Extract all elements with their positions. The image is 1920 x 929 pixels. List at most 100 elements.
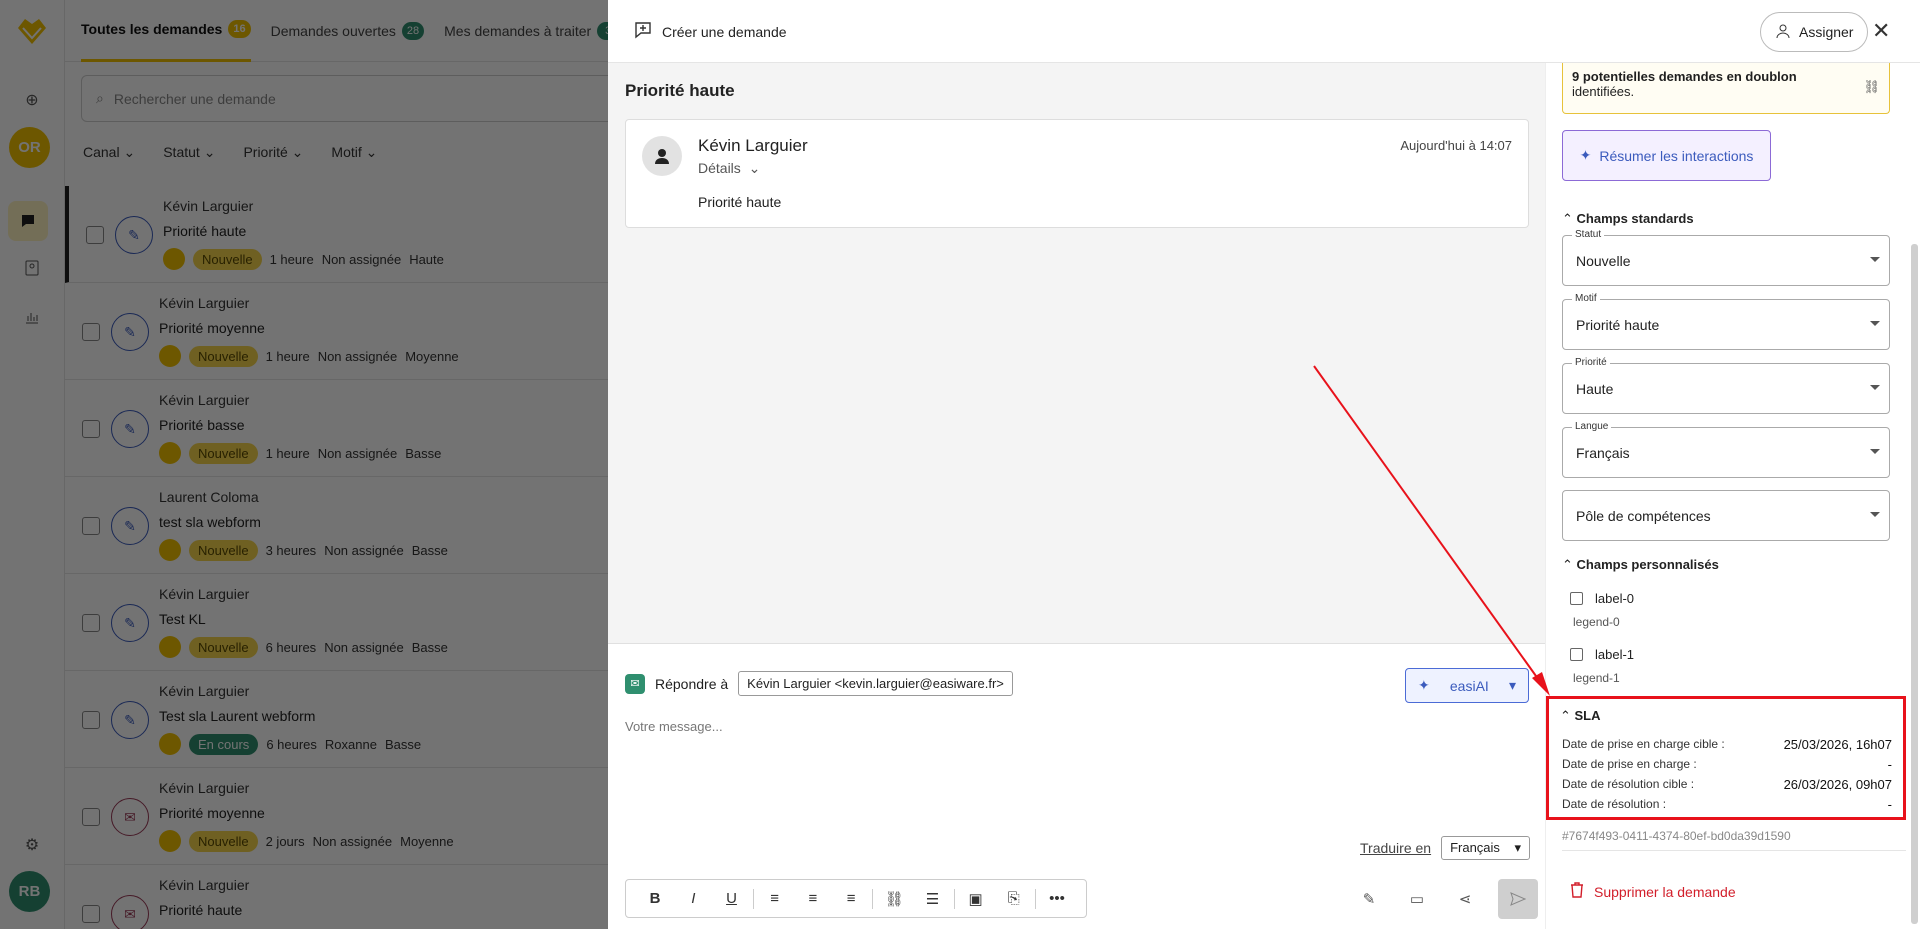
tab-all-requests[interactable]: Toutes les demandes 16 <box>81 0 251 62</box>
status-badge: Nouvelle <box>189 636 258 658</box>
stats-icon[interactable] <box>18 303 46 331</box>
status-select[interactable]: Statut Nouvelle <box>1562 229 1890 286</box>
assign-button[interactable]: Assigner <box>1760 12 1869 52</box>
scrollbar[interactable] <box>1911 244 1918 924</box>
filter-reason[interactable]: Motif <box>331 144 377 161</box>
send-button[interactable] <box>1498 879 1538 919</box>
avatar-bottom[interactable]: RB <box>9 871 50 912</box>
row-checkbox[interactable] <box>82 614 100 632</box>
row-requester: Kévin Larguier <box>163 198 254 214</box>
sparkle-icon: ✦ <box>1579 147 1592 163</box>
row-requester: Laurent Coloma <box>159 489 259 505</box>
filter-priority[interactable]: Priorité <box>243 144 303 161</box>
checkbox[interactable] <box>1570 592 1583 605</box>
link-icon[interactable]: ⛓ <box>1863 79 1880 95</box>
translate-language-select[interactable]: Français ▾ <box>1441 836 1531 860</box>
request-properties-panel: 9 potentielles demandes en doublon ident… <box>1545 63 1920 929</box>
format-toolbar: B I U ≡ ≡ ≡ ⛓ ☰ ▣ ⎘ ••• <box>625 879 1087 918</box>
sla-header[interactable]: SLA <box>1560 708 1601 724</box>
list-item[interactable]: ✎ Laurent Coloma test sla webform Nouvel… <box>65 477 608 574</box>
more-icon[interactable]: ••• <box>1038 890 1076 907</box>
translate-link[interactable]: Traduire en <box>1360 840 1431 856</box>
contacts-icon[interactable] <box>18 254 46 282</box>
row-meta: Nouvelle 2 jours Non assignée Moyenne <box>159 830 454 852</box>
tab-open-requests[interactable]: Demandes ouvertes 28 <box>271 0 425 62</box>
avatar-top[interactable]: OR <box>9 127 50 168</box>
easiai-label: easiAI <box>1449 677 1489 694</box>
row-priority: Haute <box>409 251 444 267</box>
row-checkbox[interactable] <box>82 905 100 923</box>
custom-checkbox-1[interactable]: label-1 <box>1570 647 1634 662</box>
list-item[interactable]: ✎ Kévin Larguier Priorité basse Nouvelle… <box>65 380 608 477</box>
row-meta: Nouvelle 3 heures Non assignée Basse <box>159 539 448 561</box>
composer-actions: ✎ ▭ ⋖ <box>1354 879 1538 919</box>
row-checkbox[interactable] <box>82 420 100 438</box>
reason-select[interactable]: Motif Priorité haute <box>1562 293 1890 350</box>
checkbox-legend: legend-1 <box>1573 671 1620 685</box>
row-requester: Kévin Larguier <box>159 586 250 602</box>
row-checkbox[interactable] <box>82 323 100 341</box>
list-item[interactable]: ✎ Kévin Larguier Priorité haute Nouvelle… <box>65 186 608 283</box>
webform-icon: ✎ <box>111 410 149 448</box>
recipient-field[interactable]: Kévin Larguier <kevin.larguier@easiware.… <box>738 671 1013 696</box>
message-input[interactable]: Votre message... <box>625 719 723 734</box>
app-logo[interactable] <box>15 14 49 48</box>
custom-checkbox-0[interactable]: label-0 <box>1570 591 1634 606</box>
easiai-button[interactable]: ✦ easiAI ▾ <box>1405 668 1529 703</box>
list-item[interactable]: ✉ Kévin Larguier Priorité haute <box>65 865 608 929</box>
create-request-button[interactable]: Créer une demande <box>634 21 787 42</box>
avatar <box>159 733 181 755</box>
row-checkbox[interactable] <box>82 808 100 826</box>
caret-down-icon <box>1870 512 1880 517</box>
underline-icon[interactable]: U <box>712 890 750 907</box>
list-item[interactable]: ✉ Kévin Larguier Priorité moyenne Nouvel… <box>65 768 608 865</box>
duplicates-count-text: 9 potentielles demandes en doublon <box>1572 69 1797 84</box>
list-icon[interactable]: ☰ <box>913 890 951 908</box>
summarize-interactions-button[interactable]: ✦ Résumer les interactions <box>1562 130 1771 181</box>
list-item[interactable]: ✎ Kévin Larguier Test sla Laurent webfor… <box>65 671 608 768</box>
custom-fields-header[interactable]: Champs personnalisés <box>1562 557 1719 573</box>
search-input[interactable]: ⌕ Rechercher une demande <box>81 75 608 122</box>
row-priority: Basse <box>411 542 448 558</box>
skills-pole-select[interactable]: Pôle de compétences <box>1562 490 1890 541</box>
filter-canal[interactable]: Canal <box>83 144 135 161</box>
details-toggle[interactable]: Détails ⌄ <box>698 160 760 177</box>
share-icon[interactable]: ⋖ <box>1450 884 1480 914</box>
checkbox[interactable] <box>1570 648 1583 661</box>
list-item[interactable]: ✎ Kévin Larguier Priorité moyenne Nouvel… <box>65 283 608 380</box>
link-icon[interactable]: ⛓ <box>875 890 913 908</box>
attachment-icon[interactable]: ⎘ <box>995 890 1033 907</box>
close-icon[interactable]: ✕ <box>1872 18 1890 44</box>
sla-label: Date de prise en charge cible : <box>1562 737 1725 751</box>
checkbox-label: label-0 <box>1595 591 1635 606</box>
requests-icon[interactable] <box>8 201 48 241</box>
edit-icon[interactable]: ✎ <box>1354 884 1384 914</box>
filter-status[interactable]: Statut <box>163 144 215 161</box>
row-meta: Nouvelle 1 heure Non assignée Moyenne <box>159 345 459 367</box>
align-left-icon[interactable]: ≡ <box>756 890 794 907</box>
status-badge: Nouvelle <box>189 345 258 367</box>
note-icon[interactable]: ▭ <box>1402 884 1432 914</box>
search-placeholder: Rechercher une demande <box>113 90 276 107</box>
row-checkbox[interactable] <box>82 711 100 729</box>
toolbar-divider <box>752 888 754 909</box>
priority-select[interactable]: Priorité Haute <box>1562 357 1890 414</box>
align-right-icon[interactable]: ≡ <box>832 890 870 907</box>
standard-fields-header[interactable]: Champs standards <box>1562 211 1694 227</box>
delete-request-button[interactable]: Supprimer la demande <box>1570 882 1746 901</box>
image-icon[interactable]: ▣ <box>956 890 994 908</box>
align-center-icon[interactable]: ≡ <box>794 890 832 907</box>
add-icon[interactable]: ⊕ <box>18 86 46 114</box>
row-assignee: Non assignée <box>324 542 404 558</box>
bold-icon[interactable]: B <box>636 890 674 907</box>
status-badge: Nouvelle <box>189 830 258 852</box>
requests-list-panel: Toutes les demandes 16 Demandes ouvertes… <box>65 0 608 929</box>
italic-icon[interactable]: I <box>674 890 712 907</box>
row-checkbox[interactable] <box>82 517 100 535</box>
list-item[interactable]: ✎ Kévin Larguier Test KL Nouvelle 6 heur… <box>65 574 608 671</box>
row-checkbox[interactable] <box>86 226 104 244</box>
tab-my-requests[interactable]: Mes demandes à traiter 3 <box>444 0 608 62</box>
settings-icon[interactable]: ⚙ <box>18 831 46 859</box>
row-priority: Basse <box>405 445 442 461</box>
language-select[interactable]: Langue Français <box>1562 421 1890 478</box>
